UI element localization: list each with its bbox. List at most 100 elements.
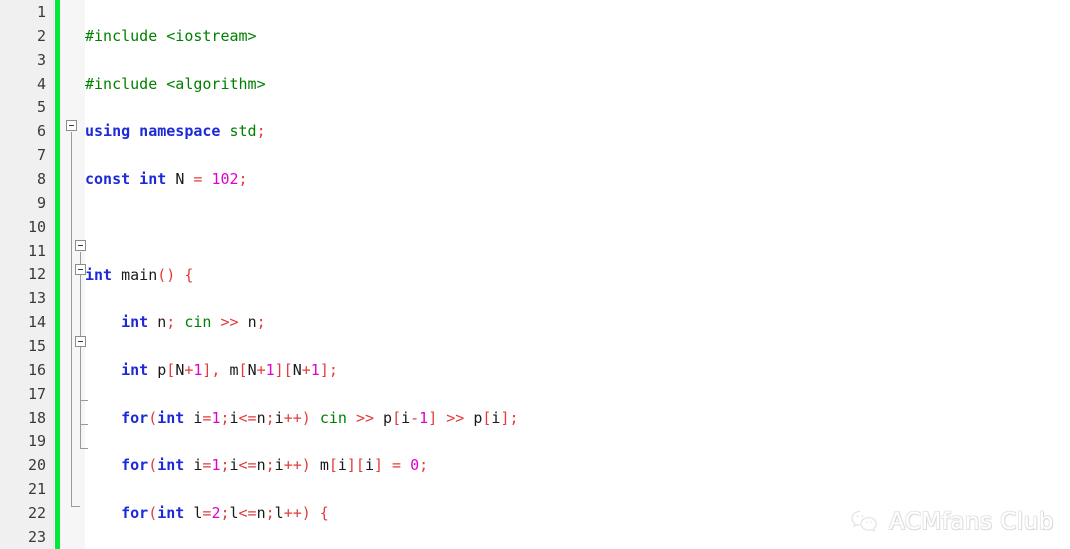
code-token-keyword: int — [121, 361, 158, 380]
code-token-punct: [ — [328, 456, 338, 475]
fold-guide-main — [71, 132, 72, 506]
line-number: 10 — [27, 217, 46, 236]
code-line-7[interactable]: int n; cin >> n; — [85, 311, 1070, 335]
code-line-10[interactable]: for(int i=1;i<=n;i++) m[i][i] = 0; — [85, 454, 1070, 478]
line-number: 14 — [27, 313, 46, 332]
code-token-keyword: int — [85, 265, 122, 284]
code-token-identifier: i — [274, 456, 284, 475]
code-token-punct: ; — [238, 170, 248, 189]
line-numbers: 1 2 3 4 5 6 7 8 9 10 11 12 13 14 15 16 1… — [0, 0, 46, 549]
code-token-punct: ( — [148, 456, 158, 475]
line-number: 6 — [36, 122, 46, 141]
code-token-punct: ; — [220, 408, 230, 427]
code-token-keyword: int — [157, 456, 194, 475]
code-line-9[interactable]: for(int i=1;i<=n;i++) cin >> p[i-1] >> p… — [85, 407, 1070, 431]
code-token-identifier: N — [175, 170, 194, 189]
code-token-identifier: i — [337, 456, 347, 475]
code-token-punct: ][ — [274, 361, 293, 380]
code-token-keyword: int — [157, 504, 194, 523]
code-token-punct: ]; — [500, 408, 519, 427]
code-token-identifier: i — [401, 408, 411, 427]
line-number: 1 — [36, 3, 46, 21]
code-token-punct: [ — [392, 408, 402, 427]
code-line-5[interactable] — [85, 216, 1070, 240]
code-token-identifier: m — [319, 456, 329, 475]
code-token-identifier: N — [175, 361, 185, 380]
code-token-punct: >> — [220, 313, 248, 332]
code-token-identifier: n — [256, 456, 266, 475]
code-token-identifier: n — [157, 313, 167, 332]
code-token-punct: ++) — [283, 408, 320, 427]
line-number: 19 — [27, 432, 46, 451]
code-token-identifier: i — [364, 456, 374, 475]
code-token-identifier: i — [229, 408, 239, 427]
code-token-number: 1 — [419, 408, 429, 427]
line-number: 5 — [36, 98, 46, 117]
line-number: 22 — [27, 504, 46, 523]
line-number: 13 — [27, 289, 46, 308]
code-token-identifier: p — [157, 361, 167, 380]
code-token-punct: + — [256, 361, 266, 380]
code-token-punct: <= — [238, 504, 257, 523]
code-token-punct: ] >> — [428, 408, 474, 427]
code-token-punct: ( — [148, 408, 158, 427]
code-line-2[interactable]: #include <algorithm> — [85, 73, 1070, 97]
fold-guide-for-k — [80, 348, 81, 400]
line-number: 15 — [27, 337, 46, 356]
code-token-punct: ; — [256, 122, 266, 141]
code-line-6[interactable]: int main() { — [85, 264, 1070, 288]
code-token-punct: - — [410, 408, 420, 427]
code-token-punct: ; — [220, 456, 230, 475]
code-token-number: 1 — [265, 361, 275, 380]
code-token-punct: () { — [157, 265, 194, 284]
line-number: 21 — [27, 480, 46, 499]
code-token-identifier: l — [274, 504, 284, 523]
code-token-library: cin — [319, 408, 356, 427]
code-token-punct: ][ — [346, 456, 365, 475]
code-token-identifier: l — [229, 504, 239, 523]
code-token-punct: <= — [238, 408, 257, 427]
code-token-punct: >> — [355, 408, 384, 427]
code-line-3[interactable]: using namespace std; — [85, 120, 1070, 144]
code-token-identifier: N — [247, 361, 257, 380]
fold-toggle-line-6[interactable] — [66, 120, 77, 131]
line-number: 12 — [27, 265, 46, 284]
code-token-punct: ; — [166, 313, 185, 332]
line-number: 11 — [27, 241, 46, 260]
code-line-11[interactable]: for(int l=2;l<=n;l++) { — [85, 502, 1070, 526]
line-number: 18 — [27, 408, 46, 427]
code-token-number: 1 — [310, 361, 320, 380]
code-folding-margin[interactable] — [60, 0, 88, 549]
code-line-1[interactable]: #include <iostream> — [85, 25, 1070, 49]
code-token-punct: = — [193, 170, 212, 189]
code-line-4[interactable]: const int N = 102; — [85, 168, 1070, 192]
code-content[interactable]: #include <iostream> #include <algorithm>… — [85, 0, 1070, 549]
code-editor[interactable]: 1 2 3 4 5 6 7 8 9 10 11 12 13 14 15 16 1… — [0, 0, 1070, 549]
code-token-punct: ++) { — [283, 504, 329, 523]
code-token-punct: ++) — [283, 456, 320, 475]
code-token-punct: ( — [148, 504, 158, 523]
line-number: 8 — [36, 170, 46, 189]
code-token-keyword: for — [121, 504, 149, 523]
line-number: 20 — [27, 456, 46, 475]
line-number: 16 — [27, 360, 46, 379]
line-number: 23 — [27, 527, 46, 546]
code-token-punct: ] = — [374, 456, 411, 475]
code-line-8[interactable]: int p[N+1], m[N+1][N+1]; — [85, 359, 1070, 383]
code-token-keyword: for — [121, 408, 149, 427]
line-number: 3 — [36, 50, 46, 69]
line-number: 4 — [36, 74, 46, 93]
code-token-number: 0 — [410, 456, 420, 475]
code-token-punct: ; — [220, 504, 230, 523]
line-number: 17 — [27, 384, 46, 403]
code-token-punct: ], — [202, 361, 230, 380]
code-token-identifier: p — [383, 408, 393, 427]
code-token-identifier: n — [256, 504, 266, 523]
code-token-identifier: main — [121, 265, 158, 284]
code-token-identifier: i — [229, 456, 239, 475]
code-token-library: cin — [184, 313, 221, 332]
